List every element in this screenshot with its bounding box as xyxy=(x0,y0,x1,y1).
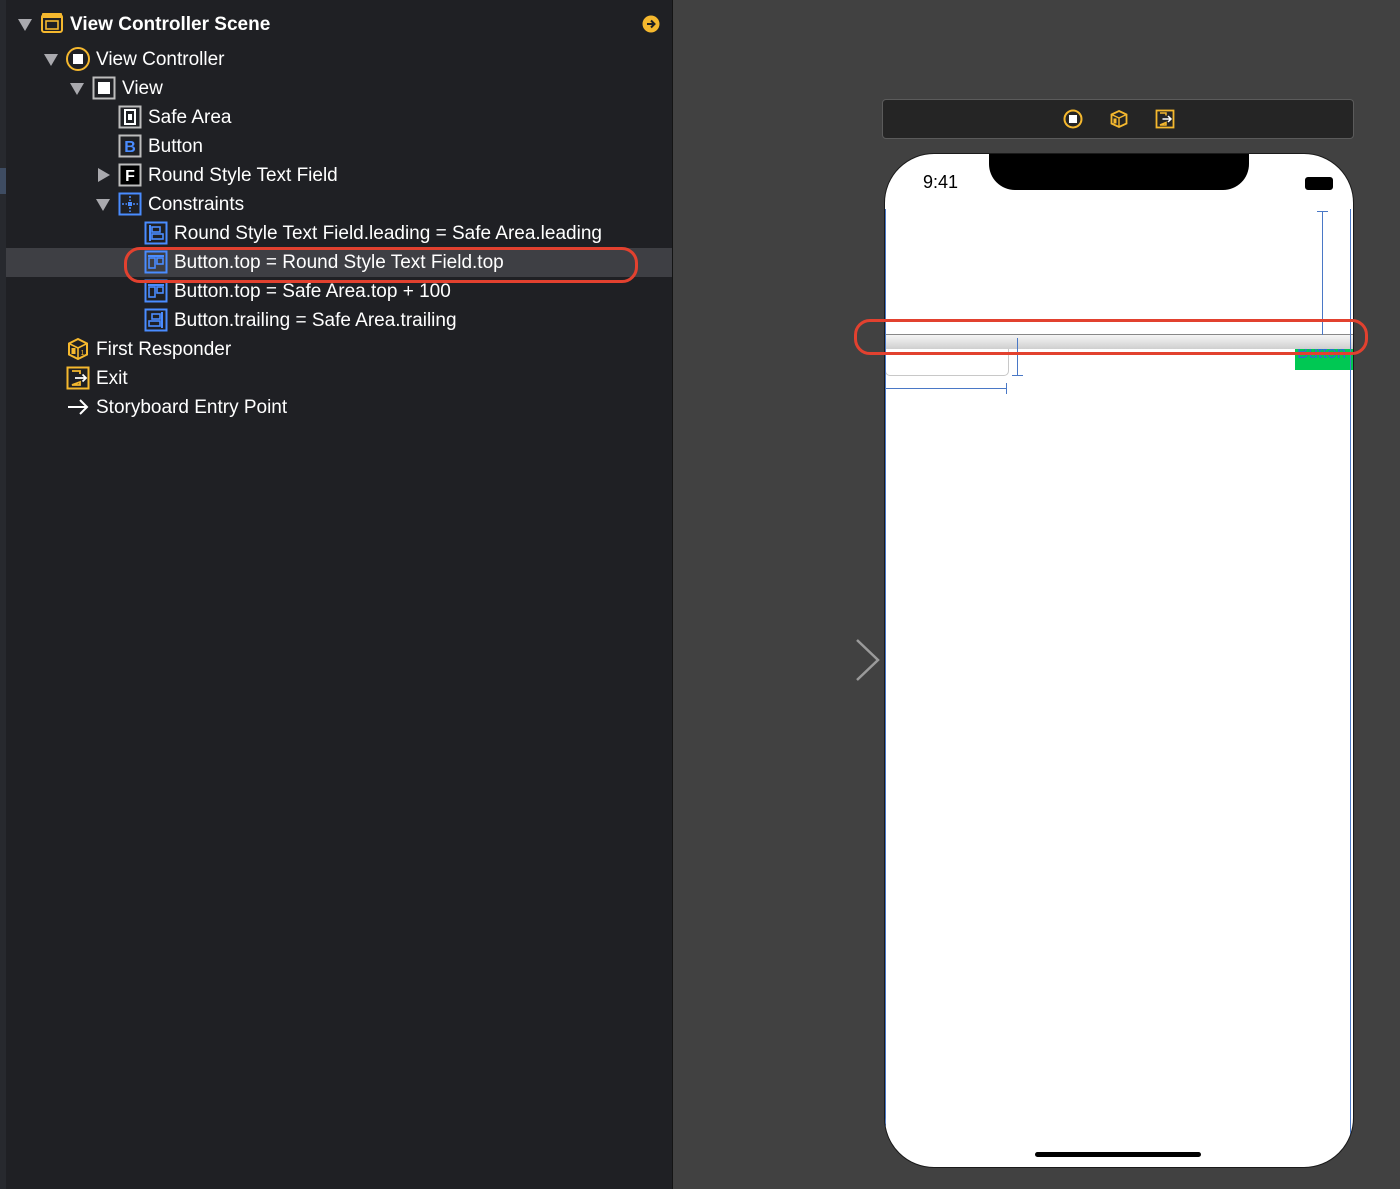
outline-label: Round Style Text Field.leading = Safe Ar… xyxy=(174,223,602,244)
leading-constraint-icon xyxy=(144,221,168,245)
constraint-cap xyxy=(1317,211,1328,212)
scene-dock xyxy=(882,99,1354,139)
disclosure-triangle-icon[interactable] xyxy=(96,199,110,211)
text-field-width-line xyxy=(885,388,1007,389)
scene-icon xyxy=(41,13,63,33)
text-field-icon: F xyxy=(118,163,142,187)
outline-label: View Controller Scene xyxy=(70,14,271,35)
outline-item-scene[interactable]: View Controller Scene xyxy=(6,10,672,39)
constraints-icon xyxy=(118,192,142,216)
disclosure-triangle-icon[interactable] xyxy=(98,168,110,182)
exit-icon xyxy=(66,366,90,390)
first-responder-icon[interactable] xyxy=(1109,109,1129,129)
disclosure-triangle-icon[interactable] xyxy=(70,83,84,95)
view-icon xyxy=(92,76,116,100)
battery-icon xyxy=(1305,177,1333,190)
button-top-constraint-line xyxy=(1322,211,1323,335)
outline-item-entry-point[interactable]: Storyboard Entry Point xyxy=(6,393,672,422)
svg-text:1: 1 xyxy=(81,350,85,357)
outline-item-view[interactable]: View xyxy=(6,74,672,103)
outline-item-text-field[interactable]: F Round Style Text Field xyxy=(6,161,672,190)
device-notch xyxy=(989,154,1249,190)
exit-icon[interactable] xyxy=(1155,109,1175,129)
iphone-frame[interactable]: 9:41 Button xyxy=(884,153,1354,1168)
constraint-cap xyxy=(1006,383,1007,394)
view-controller-icon xyxy=(66,47,90,71)
button-icon: B xyxy=(118,134,142,158)
status-time: 9:41 xyxy=(923,172,959,192)
entry-point-arrow-icon[interactable] xyxy=(757,636,881,684)
svg-text:F: F xyxy=(125,168,135,185)
outline-item-view-controller[interactable]: View Controller xyxy=(6,45,672,74)
constraint-cap xyxy=(1012,375,1023,376)
outline-label: Constraints xyxy=(148,194,245,215)
outline-item-safe-area[interactable]: Safe Area xyxy=(6,103,672,132)
outline-label: Button.trailing = Safe Area.trailing xyxy=(174,310,457,331)
arrow-right-icon xyxy=(68,399,89,415)
outline-item-constraint-leading[interactable]: Round Style Text Field.leading = Safe Ar… xyxy=(6,219,672,248)
first-responder-icon: 1 xyxy=(68,337,88,361)
outline-item-constraints[interactable]: Constraints xyxy=(6,190,672,219)
outline-label: Safe Area xyxy=(148,107,232,128)
outline-label: View xyxy=(122,78,163,99)
highlight-annotation xyxy=(124,247,638,283)
home-indicator xyxy=(1035,1152,1201,1157)
outline-label: Storyboard Entry Point xyxy=(96,397,288,418)
outline-label: View Controller xyxy=(96,49,225,70)
view-controller-icon[interactable] xyxy=(1063,109,1083,129)
outline-item-button[interactable]: B Button xyxy=(6,132,672,161)
document-outline: View Controller Scene View Controller Vi… xyxy=(0,0,673,1189)
constraint-cap xyxy=(885,383,886,394)
outline-label: Button xyxy=(148,136,203,157)
outline-label: Round Style Text Field xyxy=(148,165,338,186)
outline-item-constraint-trailing[interactable]: Button.trailing = Safe Area.trailing xyxy=(6,306,672,335)
outline-item-first-responder[interactable]: 1 First Responder xyxy=(6,335,672,364)
canvas-highlight-annotation xyxy=(854,319,1368,355)
disclosure-triangle-icon[interactable] xyxy=(44,54,58,66)
svg-text:B: B xyxy=(124,139,136,156)
outline-label: Exit xyxy=(96,368,128,389)
safe-area-icon xyxy=(118,105,142,129)
go-to-icon[interactable] xyxy=(642,15,660,33)
outline-item-exit[interactable]: Exit xyxy=(6,364,672,393)
outline-label: First Responder xyxy=(96,339,232,360)
disclosure-triangle-icon[interactable] xyxy=(18,19,32,31)
trailing-constraint-icon xyxy=(144,308,168,332)
